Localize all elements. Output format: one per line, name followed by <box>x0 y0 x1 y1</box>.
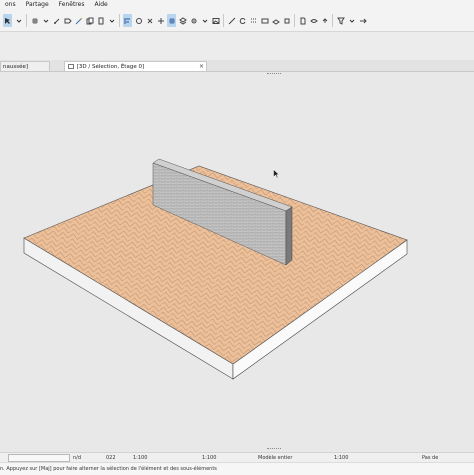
tab-3d-selection[interactable]: [3D / Sélection, Étage 0] × <box>64 61 207 71</box>
undo-redo-box[interactable] <box>8 454 70 462</box>
tab-floor-plan[interactable]: naussée] <box>0 61 50 71</box>
chevron-down-icon[interactable] <box>107 14 116 27</box>
scale-field-2[interactable]: 1:100 <box>334 455 348 462</box>
grid-icon[interactable] <box>30 14 39 27</box>
align-icon[interactable] <box>123 14 132 27</box>
menu-options[interactable]: ons <box>0 0 21 10</box>
nav-icon[interactable] <box>358 14 367 27</box>
3d-model-canvas <box>23 158 408 380</box>
picture-icon[interactable] <box>211 14 220 27</box>
paste-icon[interactable] <box>96 14 105 27</box>
menu-fenetres[interactable]: Fenêtres <box>54 0 90 10</box>
status-field-1: n/d <box>73 455 82 461</box>
toolbar-separator <box>26 14 27 27</box>
status-message: n. Appuyez sur [Maj] pour faire alterner… <box>0 466 217 472</box>
wall-tool-icon[interactable] <box>260 14 269 27</box>
3d-viewport[interactable] <box>0 72 474 452</box>
toolbar-separator <box>223 14 224 27</box>
status-field-last[interactable]: Pas de <box>422 455 438 462</box>
chevron-down-icon[interactable] <box>347 14 356 27</box>
chevron-down-icon[interactable] <box>200 14 209 27</box>
filter-icon[interactable] <box>336 14 345 27</box>
tab-bar: naussée] [3D / Sélection, Étage 0] × <box>0 60 474 72</box>
info-box-strip <box>0 32 474 61</box>
document-icon[interactable] <box>298 14 307 27</box>
line-tool-icon[interactable] <box>227 14 236 27</box>
3d-window-icon <box>68 64 74 69</box>
menu-partage[interactable]: Partage <box>21 0 54 10</box>
tab-3d-selection-label: [3D / Sélection, Étage 0] <box>76 64 145 70</box>
layers-icon[interactable] <box>178 14 187 27</box>
menu-bar: ons Partage Fenêtres Aide <box>0 0 474 10</box>
chevron-down-icon[interactable] <box>14 14 23 27</box>
close-icon[interactable]: × <box>199 62 204 71</box>
copy-icon[interactable] <box>85 14 94 27</box>
wall-end-face <box>285 206 293 266</box>
close-icon[interactable] <box>145 14 154 27</box>
grid-snap-icon[interactable] <box>167 14 176 27</box>
rotate-icon[interactable] <box>238 14 247 27</box>
toolbar-separator <box>294 14 295 27</box>
zoom-scale-field[interactable]: 1:100 <box>133 455 147 462</box>
toolbar-separator <box>119 14 120 27</box>
slab-tool-icon[interactable] <box>271 14 280 27</box>
object-tool-icon[interactable] <box>282 14 291 27</box>
status-field-2[interactable]: 022 <box>106 455 116 462</box>
gear-icon[interactable] <box>189 14 198 27</box>
orbit-icon[interactable] <box>134 14 143 27</box>
model-view-select[interactable]: Modèle entier <box>258 455 292 462</box>
view-icon[interactable] <box>309 14 318 27</box>
snap-icon[interactable] <box>52 14 61 27</box>
arrow-select-icon[interactable] <box>3 14 12 27</box>
menu-aide[interactable]: Aide <box>89 0 112 10</box>
scale-field[interactable]: 1:100 <box>202 455 216 462</box>
offset-icon[interactable] <box>249 14 258 27</box>
publish-icon[interactable] <box>320 14 329 27</box>
toolbar <box>0 10 474 32</box>
mouse-cursor-icon <box>273 169 280 179</box>
magic-wand-icon[interactable] <box>74 14 83 27</box>
chevron-down-icon[interactable] <box>41 14 50 27</box>
tag-icon[interactable] <box>63 14 72 27</box>
tab-floor-plan-label: naussée] <box>3 64 28 70</box>
toolbar-separator <box>332 14 333 27</box>
message-bar: n. Appuyez sur [Maj] pour faire alterner… <box>0 462 474 475</box>
resize-handle-bottom[interactable] <box>267 448 281 451</box>
move-icon[interactable] <box>156 14 165 27</box>
